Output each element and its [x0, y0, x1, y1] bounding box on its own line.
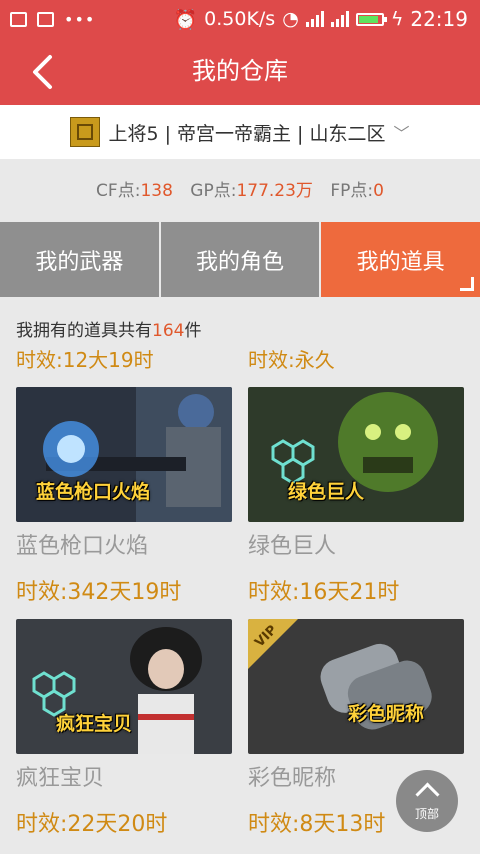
item-thumbnail-label: 疯狂宝贝	[56, 713, 133, 735]
tab-items-label: 我的道具	[356, 249, 445, 275]
back-to-top-label: 顶部	[414, 807, 439, 821]
back-to-top-button[interactable]: 顶部	[396, 770, 458, 832]
account-info: 上将5 | 帝宫一帝霸主 | 山东二区	[108, 122, 386, 145]
tab-bar: 我的武器 我的角色 我的道具	[0, 222, 480, 297]
gallery-notification-icon	[37, 11, 54, 27]
image-notification-icon	[10, 11, 27, 27]
cf-points-value: 138	[140, 181, 173, 201]
charging-icon: ϟ	[390, 8, 404, 30]
battery-icon	[355, 12, 387, 26]
fp-points-label: FP点:	[330, 181, 374, 201]
item-name: 彩色昵称	[248, 766, 337, 791]
item-name: 疯狂宝贝	[16, 766, 105, 791]
wifi-icon: ◔	[282, 8, 299, 30]
item-thumbnail[interactable]: 蓝色枪口火焰	[16, 387, 232, 522]
item-name: 绿色巨人	[248, 534, 337, 559]
rank-badge-icon	[70, 117, 101, 147]
account-selector[interactable]: 上将5 | 帝宫一帝霸主 | 山东二区 ﹀	[0, 105, 480, 159]
tab-characters[interactable]: 我的角色	[160, 222, 322, 297]
more-notifications-icon: •••	[64, 9, 96, 29]
signal-1-icon	[305, 11, 324, 27]
colored-nickname-image	[248, 619, 464, 754]
alarm-icon: ⏰	[173, 8, 198, 31]
tab-weapons[interactable]: 我的武器	[0, 222, 161, 297]
item-validity: 时效:8天13时	[248, 812, 386, 837]
status-bar: ••• ⏰ 0.50K/s ◔ ϟ 22:19	[0, 0, 480, 38]
page-title: 我的仓库	[192, 57, 288, 85]
fp-points-value: 0	[373, 181, 384, 201]
clock: 22:19	[410, 7, 468, 31]
gp-points-label: GP点:	[190, 181, 237, 201]
item-validity: 时效:22天20时	[16, 812, 168, 837]
item-thumbnail[interactable]: 绿色巨人	[248, 387, 464, 522]
count-value: 164	[152, 321, 185, 341]
chevron-down-icon: ﹀	[393, 124, 410, 143]
item-thumbnail[interactable]: VIP 彩色昵称	[248, 619, 464, 754]
tab-items[interactable]: 我的道具	[321, 222, 480, 297]
signal-2-icon	[330, 11, 349, 27]
item-validity: 时效:永久	[248, 348, 335, 372]
item-validity: 时效:16天21时	[248, 580, 400, 605]
points-summary: CF点:138 GP点:177.23万 FP点:0	[0, 176, 480, 201]
chevron-up-icon	[414, 782, 440, 807]
gp-points-value: 177.23万	[236, 181, 313, 201]
item-validity: 时效:12大19时	[16, 348, 154, 372]
inventory-count: 我拥有的道具共有164件	[16, 316, 201, 341]
item-thumbnail-label: 彩色昵称	[348, 703, 425, 725]
title-bar: 我的仓库	[0, 38, 480, 105]
network-speed: 0.50K/s	[204, 8, 276, 30]
selected-corner-icon	[460, 277, 475, 291]
item-thumbnail-label: 绿色巨人	[288, 481, 365, 503]
item-name: 蓝色枪口火焰	[16, 534, 149, 559]
cf-points-label: CF点:	[96, 181, 141, 201]
count-suffix: 件	[184, 321, 202, 341]
item-thumbnail[interactable]: 疯狂宝贝	[16, 619, 232, 754]
count-prefix: 我拥有的道具共有	[16, 321, 152, 341]
item-validity: 时效:342天19时	[16, 580, 182, 605]
item-thumbnail-label: 蓝色枪口火焰	[36, 481, 151, 503]
